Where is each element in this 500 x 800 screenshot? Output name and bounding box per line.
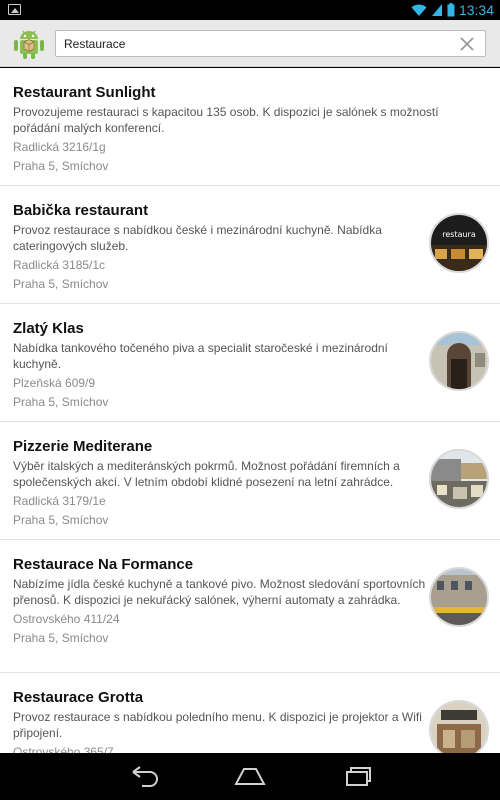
item-description: Výběr italských a mediteránských pokrmů.… xyxy=(13,459,400,489)
restaurant-photo xyxy=(429,567,489,627)
restaurant-photo xyxy=(429,700,489,753)
results-list: Restaurant Sunlight Provozujeme restaura… xyxy=(0,68,500,753)
item-street: Plzeňská 609/9 xyxy=(13,376,96,390)
item-description: Provozujeme restauraci s kapacitou 135 o… xyxy=(13,105,439,135)
restaurant-photo xyxy=(429,449,489,509)
item-description: Nabízíme jídla české kuchyně a tankové p… xyxy=(13,577,426,607)
signal-icon xyxy=(431,4,442,16)
list-item[interactable]: Babička restaurant Provoz restaurace s n… xyxy=(0,186,500,304)
home-icon[interactable] xyxy=(233,765,267,787)
search-box xyxy=(55,30,486,57)
item-title: Restaurace Na Formance xyxy=(13,556,194,573)
restaurant-photo xyxy=(429,331,489,391)
item-district: Praha 5, Smíchov xyxy=(13,631,109,645)
restaurant-photo: restaura xyxy=(429,213,489,273)
item-description: Provoz restaurace s nabídkou české i mez… xyxy=(13,223,382,253)
list-item[interactable]: Restaurace Grotta Provoz restaurace s na… xyxy=(0,673,500,753)
item-street: Radlická 3216/1g xyxy=(13,140,106,154)
battery-icon xyxy=(447,3,455,17)
item-title: Restaurant Sunlight xyxy=(13,84,156,101)
item-title: Babička restaurant xyxy=(13,202,149,219)
list-item[interactable]: Zlatý Klas Nabídka tankového točeného pi… xyxy=(0,304,500,422)
item-title: Pizzerie Mediterane xyxy=(13,438,153,455)
status-bar: 13:34 xyxy=(0,0,500,20)
list-item[interactable]: Restaurace Na Formance Nabízíme jídla če… xyxy=(0,540,500,673)
clear-search-icon[interactable] xyxy=(459,36,475,52)
navigation-bar xyxy=(0,753,500,800)
clock: 13:34 xyxy=(458,2,494,18)
app-icon[interactable] xyxy=(12,26,46,60)
item-district: Praha 5, Smíchov xyxy=(13,395,109,409)
item-title: Zlatý Klas xyxy=(13,320,84,337)
wifi-icon xyxy=(411,4,427,16)
item-district: Praha 5, Smíchov xyxy=(13,513,109,527)
search-input[interactable] xyxy=(64,31,444,56)
image-icon xyxy=(8,4,21,15)
item-district: Praha 5, Smíchov xyxy=(13,159,109,173)
status-indicators: 13:34 xyxy=(411,0,494,20)
recents-icon[interactable] xyxy=(339,765,373,787)
item-district: Praha 5, Smíchov xyxy=(13,277,109,291)
list-item[interactable]: Restaurant Sunlight Provozujeme restaura… xyxy=(0,68,500,186)
item-street: Radlická 3179/1e xyxy=(13,494,106,508)
item-description: Provoz restaurace s nabídkou poledního m… xyxy=(13,710,422,740)
back-icon[interactable] xyxy=(128,765,162,787)
item-title: Restaurace Grotta xyxy=(13,689,144,706)
list-item[interactable]: Pizzerie Mediterane Výběr italských a me… xyxy=(0,422,500,540)
item-street: Radlická 3185/1c xyxy=(13,258,106,272)
item-street: Ostrovského 365/7 xyxy=(13,745,114,753)
photo-sign-text: restaura xyxy=(442,230,476,239)
item-description: Nabídka tankového točeného piva a specia… xyxy=(13,341,388,371)
action-bar xyxy=(0,20,500,67)
item-street: Ostrovského 411/24 xyxy=(13,612,120,626)
